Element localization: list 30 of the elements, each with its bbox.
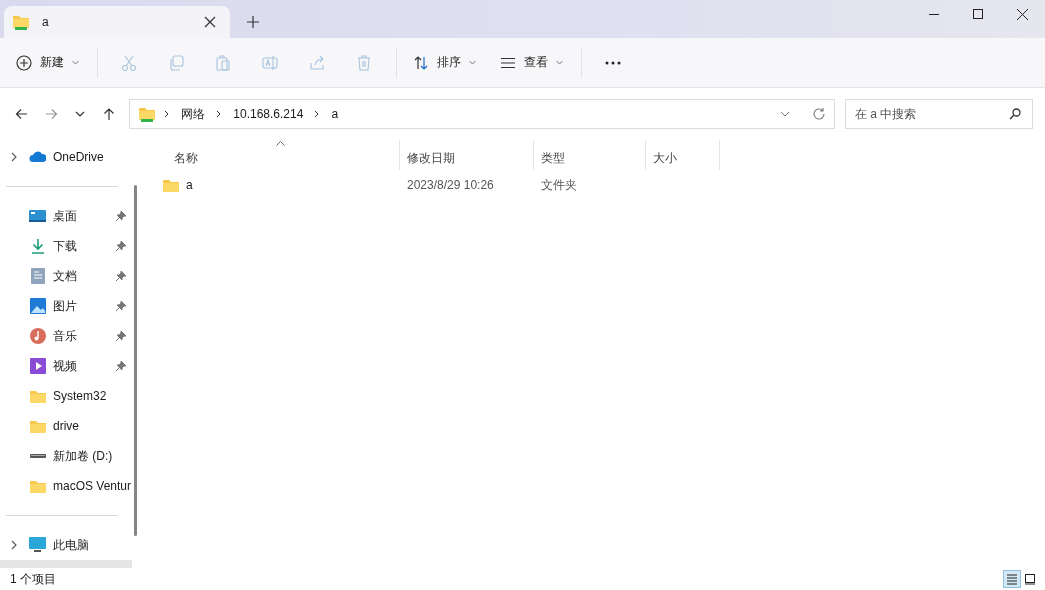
search-field[interactable]: 在 a 中搜索	[845, 99, 1034, 129]
sidebar-item[interactable]: 视频	[0, 351, 132, 381]
new-button[interactable]: 新建	[8, 46, 87, 79]
column-header[interactable]: 类型	[534, 140, 646, 170]
item-count: 1 个项目	[10, 570, 56, 588]
tab-title: a	[42, 15, 50, 29]
sidebar-item[interactable]: 下载	[0, 231, 132, 261]
sidebar-item[interactable]: drive	[0, 411, 132, 441]
column-header[interactable]: 大小	[646, 140, 720, 170]
sidebar-item[interactable]: 音乐	[0, 321, 132, 351]
sidebar-item[interactable]: 此电脑	[0, 530, 132, 560]
table-cell: 2023/8/29 10:26	[407, 178, 494, 192]
address-bar[interactable]: 网络 10.168.6.214 a	[129, 99, 836, 129]
column-header[interactable]: 修改日期	[400, 140, 534, 170]
sidebar-item[interactable]: macOS Ventur	[0, 471, 132, 501]
table-cell: 文件夹	[541, 177, 577, 192]
sidebar-item[interactable]: 新加卷 (D:)	[0, 441, 132, 471]
breadcrumb[interactable]: 网络	[178, 103, 209, 125]
tab[interactable]: a	[4, 6, 230, 38]
sidebar-item[interactable]: 文档	[0, 261, 132, 291]
column-header[interactable]: 名称	[160, 140, 400, 170]
view-button[interactable]: 查看	[492, 46, 571, 79]
breadcrumb[interactable]: 10.168.6.214	[230, 105, 307, 123]
breadcrumb[interactable]: a	[328, 105, 342, 123]
sidebar-item[interactable]: 图片	[0, 291, 132, 321]
sidebar-item[interactable]: 桌面	[0, 201, 132, 231]
file-name[interactable]: a	[186, 178, 193, 192]
sort-button[interactable]: 排序	[405, 46, 484, 79]
sidebar-item[interactable]: System32	[0, 381, 132, 411]
sidebar-item[interactable]: OneDrive	[0, 142, 132, 172]
